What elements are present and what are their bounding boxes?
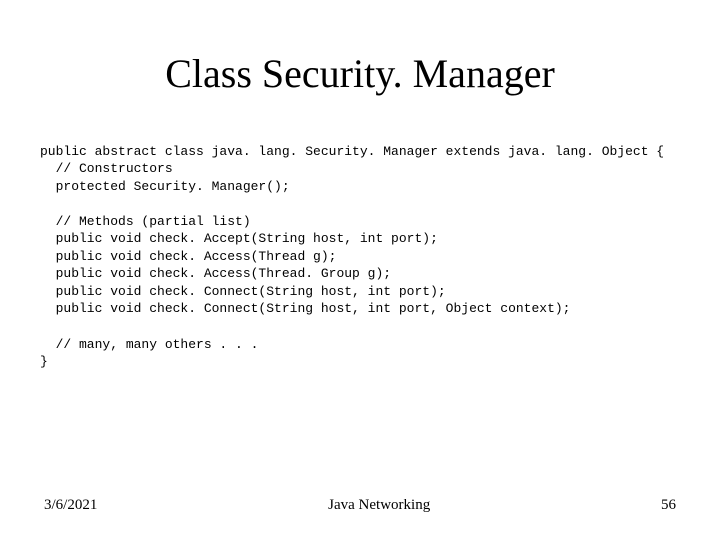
footer: 3/6/2021 Java Networking 56 <box>0 497 720 514</box>
code-line: public void check. Accept(String host, i… <box>40 231 438 246</box>
code-line: public abstract class java. lang. Securi… <box>40 144 664 159</box>
code-line: // Constructors <box>40 161 173 176</box>
page-title: Class Security. Manager <box>40 50 680 97</box>
code-line: // many, many others . . . <box>40 337 258 352</box>
code-line: public void check. Connect(String host, … <box>40 301 571 316</box>
code-line: } <box>40 354 48 369</box>
code-line: protected Security. Manager(); <box>40 179 290 194</box>
code-line: public void check. Connect(String host, … <box>40 284 446 299</box>
slide: Class Security. Manager public abstract … <box>0 0 720 540</box>
code-block: public abstract class java. lang. Securi… <box>40 125 680 388</box>
footer-page-number: 56 <box>661 497 676 514</box>
code-line: public void check. Access(Thread g); <box>40 249 336 264</box>
footer-date: 3/6/2021 <box>44 497 97 514</box>
footer-center: Java Networking <box>328 497 430 514</box>
code-line: // Methods (partial list) <box>40 214 251 229</box>
code-line: public void check. Access(Thread. Group … <box>40 266 391 281</box>
